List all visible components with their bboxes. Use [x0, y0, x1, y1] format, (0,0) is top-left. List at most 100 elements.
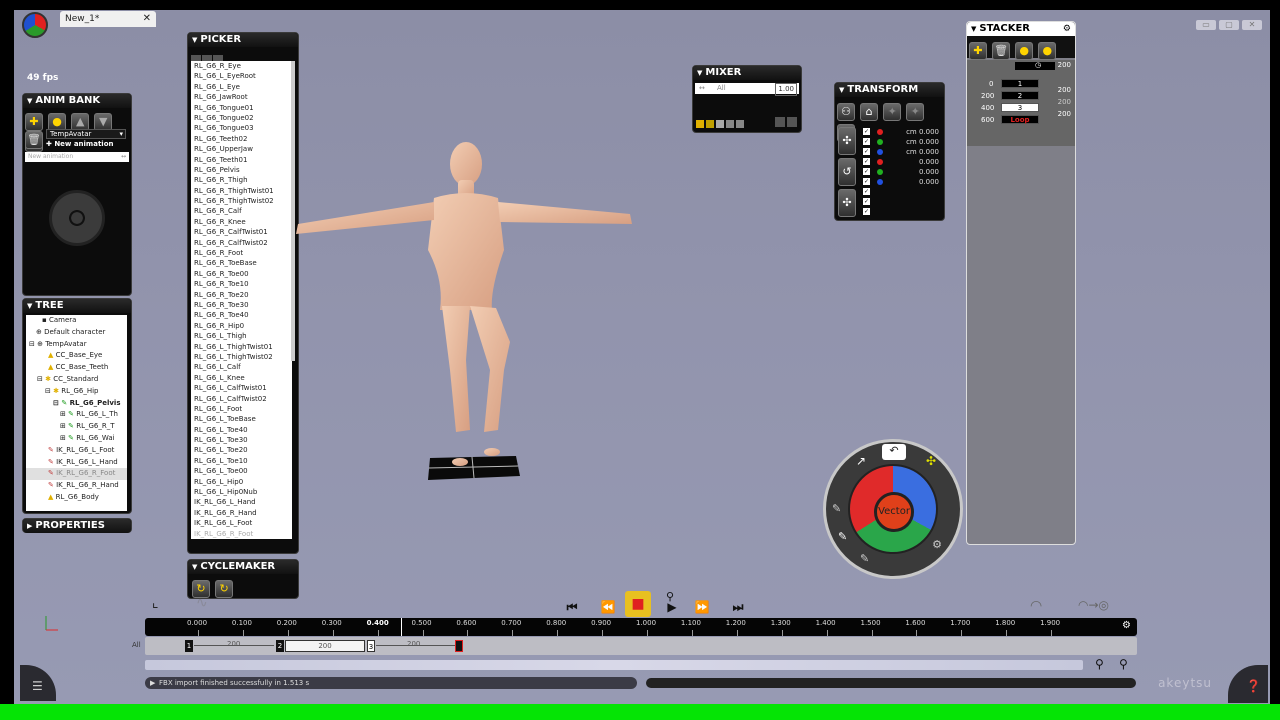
maximize-button[interactable]: ▢ [1219, 20, 1239, 30]
transform-icon[interactable]: ✦ [906, 103, 925, 121]
gear-icon[interactable]: ⚙ [1063, 22, 1071, 36]
anim-bank-header[interactable]: ▼ ANIM BANK [23, 94, 131, 108]
transform-row[interactable]: ✓ 0.000 [835, 157, 943, 167]
help-corner-button[interactable]: ❓ [1228, 665, 1268, 703]
transform-value[interactable]: cm 0.000 [906, 127, 939, 137]
mixer-icon[interactable] [726, 120, 734, 128]
picker-item[interactable]: RL_G6_R_Knee [191, 217, 292, 227]
stacker-delete-icon[interactable]: 🗑 [992, 42, 1011, 60]
transform-value[interactable]: 0.000 [919, 157, 939, 167]
mixer-weight-value[interactable]: 1.00 [775, 83, 797, 96]
picker-item[interactable]: RL_G6_Teeth01 [191, 155, 292, 165]
transform-row[interactable]: ✓ cm 0.000 [835, 127, 943, 137]
play-button[interactable]: ▶ [660, 599, 684, 615]
tree-item[interactable]: ▲ CC_Base_Eye [26, 350, 127, 362]
tree-item[interactable]: ⊟ ✱ RL_G6_Hip [26, 386, 127, 398]
check-icon[interactable]: ✓ [863, 188, 870, 195]
transform-value[interactable]: cm 0.000 [906, 137, 939, 147]
timeline-ruler[interactable]: ⚙ 0.000 0.100 0.200 0.300 0.400 0.500 0.600 0.7… [145, 618, 1137, 636]
transform-icon[interactable]: ✦ [883, 103, 902, 121]
check-icon[interactable]: ✓ [863, 128, 870, 135]
tree-item[interactable]: ⊞ ✎ RL_G6_R_T [26, 421, 127, 433]
transform-row[interactable]: ✓ 0.000 [835, 167, 943, 177]
goto-start-button[interactable]: ⏮ [560, 599, 584, 615]
transform-row[interactable]: ✓ 0.000 [835, 177, 943, 187]
properties-header[interactable]: ▶ PROPERTIES [23, 519, 131, 533]
trash-icon[interactable]: 🗑 [25, 131, 43, 149]
transform-row[interactable]: ✓ [835, 187, 943, 197]
tree-item[interactable]: ✎ IK_RL_G6_L_Hand [26, 457, 127, 469]
tab-new[interactable]: New_1* ✕ [60, 11, 156, 27]
tab-close-icon[interactable]: ✕ [143, 11, 151, 27]
picker-item[interactable]: RL_G6_R_Toe40 [191, 310, 292, 320]
tree-item[interactable]: ▲ CC_Base_Teeth [26, 362, 127, 374]
transform-row[interactable]: ✓ cm 0.000 [835, 147, 943, 157]
stacker-header[interactable]: ▼ STACKER ⚙ [967, 22, 1075, 36]
zoom-in-icon[interactable]: ⚲ [1119, 657, 1128, 671]
picker-item[interactable]: RL_G6_L_Toe10 [191, 456, 292, 466]
scrub-bar[interactable] [145, 660, 1083, 670]
mixer-icon[interactable] [706, 120, 714, 128]
stacker-icon[interactable]: ● [1015, 42, 1034, 60]
tree-item[interactable]: ⊞ ✎ RL_G6_Wai [26, 433, 127, 445]
new-animation-button[interactable]: ✚ New animation [46, 140, 113, 148]
picker-item[interactable]: RL_G6_R_Toe10 [191, 279, 292, 289]
record-button[interactable]: ■ [625, 591, 651, 617]
stacker-icon[interactable]: ● [1038, 42, 1057, 60]
tree-item[interactable]: ⊟ ✱ CC_Standard [26, 374, 127, 386]
picker-item[interactable]: RL_G6_L_ThighTwist02 [191, 352, 292, 362]
picker-item[interactable]: RL_G6_L_Toe40 [191, 425, 292, 435]
picker-item[interactable]: RL_G6_L_Eye [191, 82, 292, 92]
picker-item[interactable]: RL_G6_L_CalfTwist01 [191, 383, 292, 393]
picker-item[interactable]: RL_G6_L_ThighTwist01 [191, 342, 292, 352]
tree-item[interactable]: ✎ IK_RL_G6_R_Hand [26, 480, 127, 492]
picker-item[interactable]: RL_G6_R_Calf [191, 206, 292, 216]
picker-item[interactable]: RL_G6_R_CalfTwist01 [191, 227, 292, 237]
check-icon[interactable]: ✓ [863, 148, 870, 155]
wheel-pin-icon[interactable]: ✎ [860, 552, 869, 565]
check-icon[interactable]: ✓ [863, 198, 870, 205]
check-icon[interactable]: ✓ [863, 178, 870, 185]
cycle-out-icon[interactable]: ↻ [215, 580, 234, 598]
tree-item[interactable]: ✎ IK_RL_G6_L_Foot [26, 445, 127, 457]
picker-item[interactable]: RL_G6_L_Toe30 [191, 435, 292, 445]
mixer-icon[interactable] [775, 117, 785, 127]
tree-item[interactable]: ⊕ Default character [26, 327, 127, 339]
picker-item[interactable]: RL_G6_R_ThighTwist02 [191, 196, 292, 206]
picker-item[interactable]: RL_G6_L_Toe20 [191, 445, 292, 455]
transform-row[interactable]: ✓ [835, 207, 943, 217]
picker-item[interactable]: RL_G6_L_Toe00 [191, 466, 292, 476]
picker-item[interactable]: RL_G6_R_Toe00 [191, 269, 292, 279]
picker-item[interactable]: RL_G6_L_Hip0 [191, 477, 292, 487]
picker-item[interactable]: RL_G6_R_ToeBase [191, 258, 292, 268]
check-icon[interactable]: ✓ [863, 158, 870, 165]
mixer-header[interactable]: ▼ MIXER [693, 66, 801, 80]
clip-track[interactable]: 1 200 2 200 3 200 [145, 637, 1137, 655]
scene-tree[interactable]: ▪ Camera ⊕ Default character ⊟ ⊕ TempAva… [26, 315, 127, 511]
picker-item[interactable]: RL_G6_R_ThighTwist01 [191, 186, 292, 196]
picker-item[interactable]: RL_G6_R_Foot [191, 248, 292, 258]
picker-item[interactable]: RL_G6_Tongue03 [191, 123, 292, 133]
stacker-loop[interactable]: Loop [1001, 115, 1039, 124]
mixer-icon[interactable] [716, 120, 724, 128]
picker-item[interactable]: RL_G6_R_Thigh [191, 175, 292, 185]
stacker-track[interactable]: 2 [1001, 91, 1039, 100]
mixer-add-icon[interactable] [696, 120, 704, 128]
speed-gauge-icon[interactable]: ◠ [1030, 598, 1042, 614]
picker-item[interactable]: RL_G6_R_CalfTwist02 [191, 238, 292, 248]
speed-controls-icon[interactable]: ◠→◎ [1078, 598, 1109, 612]
picker-item[interactable]: IK_RL_G6_L_Hand [191, 497, 292, 507]
picker-item[interactable]: RL_G6_L_Knee [191, 373, 292, 383]
minimize-button[interactable]: ▭ [1196, 20, 1216, 30]
vector-center-button[interactable]: Vector [874, 492, 914, 532]
check-icon[interactable]: ✓ [863, 138, 870, 145]
tree-header[interactable]: ▼ TREE [23, 299, 131, 313]
picker-header[interactable]: ▼ PICKER [188, 33, 298, 47]
picker-item[interactable]: RL_G6_Pelvis [191, 165, 292, 175]
picker-item[interactable]: RL_G6_L_Foot [191, 404, 292, 414]
picker-item[interactable]: RL_G6_R_Toe30 [191, 300, 292, 310]
curve-icon[interactable]: ∿ [196, 595, 208, 611]
picker-item[interactable]: RL_G6_R_Toe20 [191, 290, 292, 300]
tree-item[interactable]: ▲ RL_G6_Body [26, 492, 127, 504]
check-icon[interactable]: ✓ [863, 208, 870, 215]
